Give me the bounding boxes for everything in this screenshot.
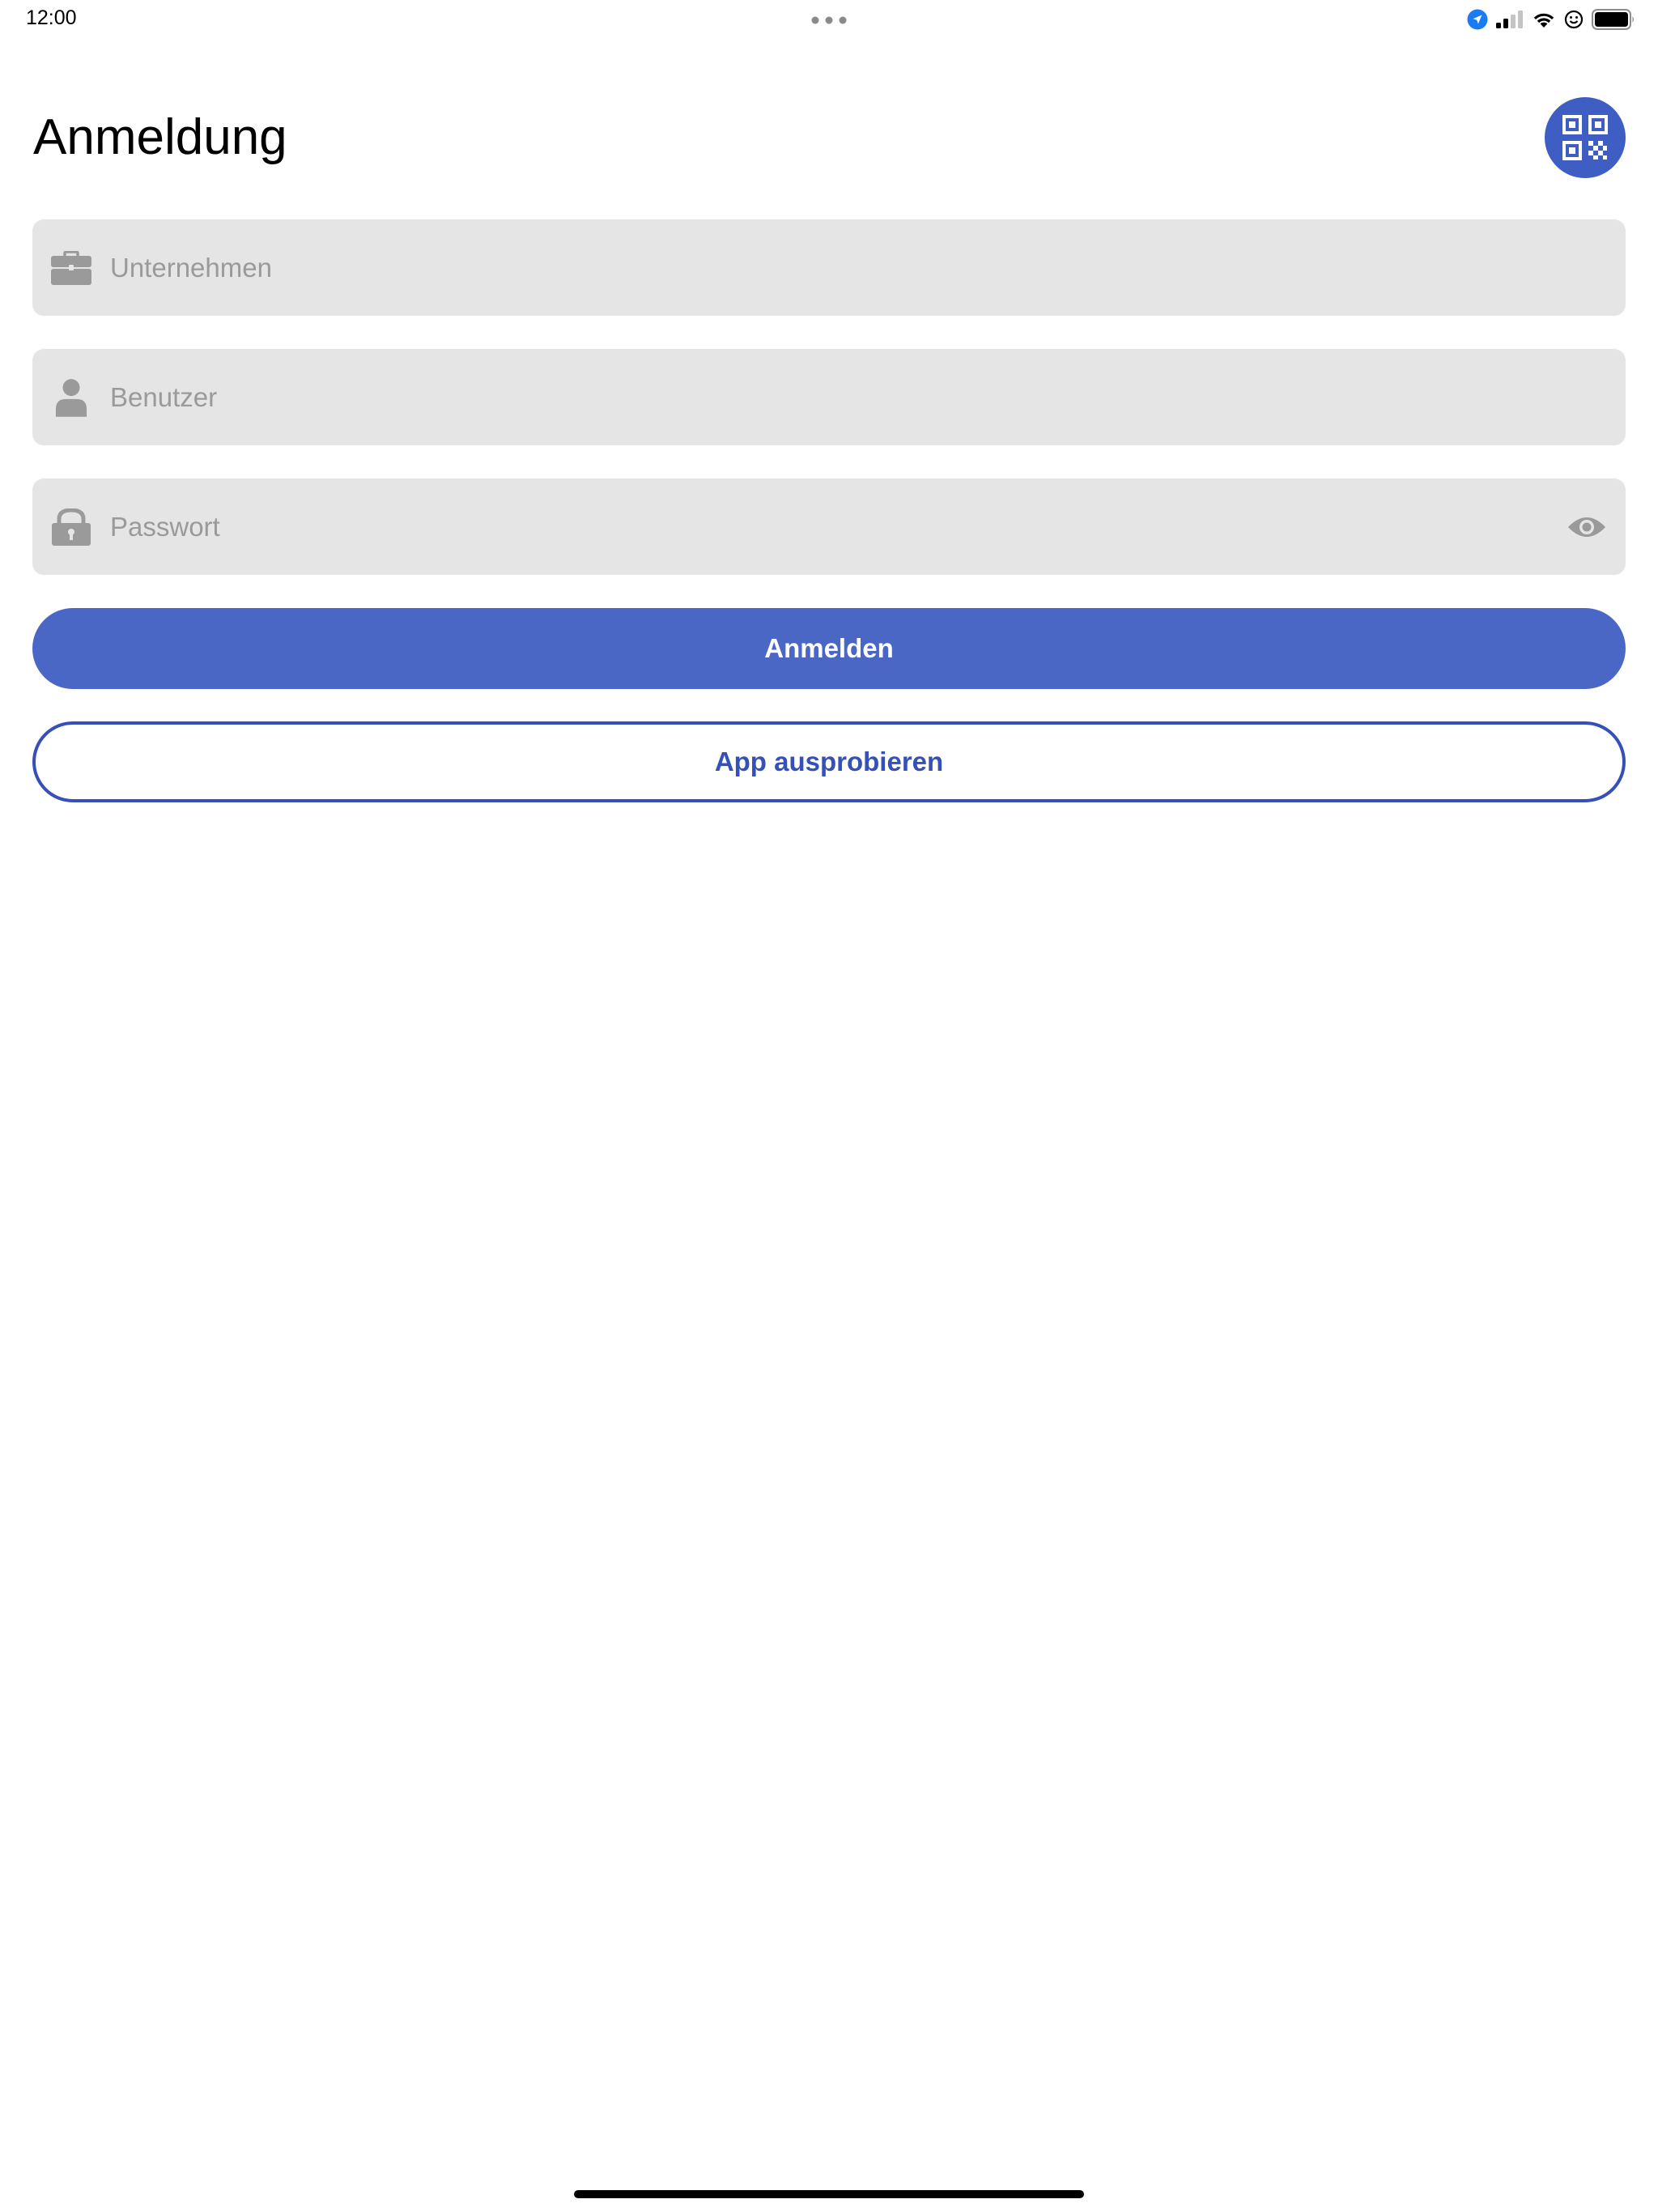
- password-field[interactable]: [32, 479, 1626, 575]
- status-time: 12:00: [26, 6, 77, 29]
- password-input[interactable]: [110, 479, 1535, 575]
- lock-icon: [50, 506, 92, 548]
- vpn-face-icon: [1564, 10, 1584, 29]
- qr-scan-button[interactable]: [1545, 97, 1626, 178]
- multitasking-dots-icon[interactable]: [811, 16, 847, 24]
- company-field[interactable]: [32, 219, 1626, 316]
- battery-icon: [1592, 9, 1634, 30]
- qr-code-icon: [1562, 115, 1608, 160]
- login-screen: 12:00 Anmeldung Unternehmen Benutzer Anm…: [0, 0, 1658, 2212]
- eye-icon[interactable]: [1566, 509, 1608, 545]
- briefcase-icon: [50, 247, 92, 289]
- location-icon: [1467, 9, 1488, 30]
- status-icons: [1467, 8, 1635, 31]
- try-app-button[interactable]: App ausprobieren: [32, 721, 1626, 802]
- user-input[interactable]: [110, 349, 1535, 445]
- login-button[interactable]: Anmelden: [32, 608, 1626, 689]
- person-icon: [50, 376, 92, 419]
- status-bar: 12:00: [0, 0, 1658, 39]
- cellular-signal-icon: [1496, 11, 1523, 28]
- company-input[interactable]: [110, 219, 1535, 316]
- wifi-icon: [1533, 13, 1554, 28]
- user-field[interactable]: [32, 349, 1626, 445]
- home-indicator[interactable]: [574, 2190, 1084, 2198]
- page-title: Anmeldung: [33, 109, 287, 165]
